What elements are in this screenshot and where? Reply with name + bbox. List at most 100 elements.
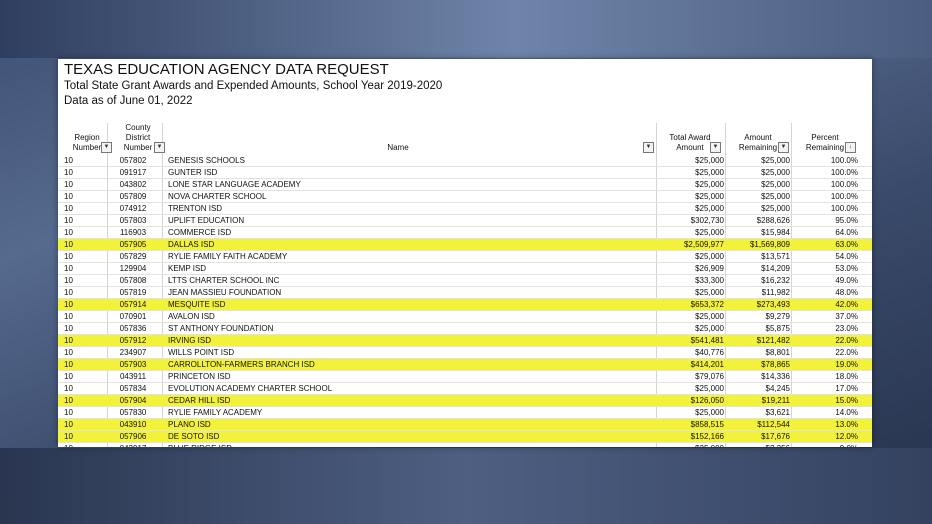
county-district-cell: 129904 bbox=[119, 264, 147, 273]
total-award-cell: $25,000 bbox=[695, 204, 724, 213]
table-row[interactable]: 10 043911 PRINCETON ISD $79,076 $14,336 18.0% bbox=[58, 371, 872, 383]
region-cell: 10 bbox=[64, 156, 73, 165]
region-cell: 10 bbox=[64, 396, 73, 405]
county-district-cell: 057914 bbox=[119, 300, 147, 309]
county-district-cell: 043802 bbox=[119, 180, 147, 189]
county-district-cell: 057836 bbox=[119, 324, 147, 333]
region-cell: 10 bbox=[64, 336, 73, 345]
table-row[interactable]: 10 057808 LTTS CHARTER SCHOOL INC $33,300 $1… bbox=[58, 275, 872, 287]
region-cell: 10 bbox=[64, 216, 73, 225]
name-cell: DE SOTO ISD bbox=[168, 432, 220, 441]
percent-remaining-cell: 9.0% bbox=[840, 443, 858, 447]
table-row[interactable]: 10 070901 AVALON ISD $25,000 $9,279 37.0% bbox=[58, 311, 872, 323]
amount-remaining-cell: $11,982 bbox=[761, 288, 790, 297]
table-row[interactable]: 10 057904 CEDAR HILL ISD $126,050 $19,211 15.… bbox=[58, 395, 872, 407]
total-award-cell: $25,000 bbox=[695, 324, 724, 333]
award-filter-button[interactable]: ▼ bbox=[710, 142, 721, 153]
total-award-cell: $25,000 bbox=[695, 252, 724, 261]
county-district-cell: 057904 bbox=[119, 396, 147, 405]
table-row[interactable]: 10 057803 UPLIFT EDUCATION $302,730 $288,626… bbox=[58, 215, 872, 227]
percent-remaining-cell: 13.0% bbox=[835, 420, 858, 429]
table-row[interactable]: 10 057905 DALLAS ISD $2,509,977 $1,569,809 63… bbox=[58, 239, 872, 251]
table-row[interactable]: 10 057906 DE SOTO ISD $152,166 $17,676 12.0% bbox=[58, 431, 872, 443]
total-award-cell: $414,201 bbox=[690, 360, 724, 369]
table-row[interactable]: 10 043910 PLANO ISD $858,515 $112,544 13.0% bbox=[58, 419, 872, 431]
amount-remaining-cell: $78,865 bbox=[761, 360, 790, 369]
table-row[interactable]: 10 091917 GUNTER ISD $25,000 $25,000 100.0% bbox=[58, 167, 872, 179]
amount-remaining-cell: $25,000 bbox=[761, 192, 790, 201]
name-cell: PLANO ISD bbox=[168, 420, 211, 429]
name-cell: CEDAR HILL ISD bbox=[168, 396, 231, 405]
county-district-cell: 074912 bbox=[119, 204, 147, 213]
name-cell: IRVING ISD bbox=[168, 336, 211, 345]
table-row[interactable]: 10 057914 MESQUITE ISD $653,372 $273,493 42.0… bbox=[58, 299, 872, 311]
region-filter-button[interactable]: ▼ bbox=[101, 142, 112, 153]
table-row[interactable]: 10 057829 RYLIE FAMILY FAITH ACADEMY $25,00… bbox=[58, 251, 872, 263]
percent-remaining-cell: 100.0% bbox=[830, 156, 858, 165]
table-row[interactable]: 10 057830 RYLIE FAMILY ACADEMY $25,000 $3,62… bbox=[58, 407, 872, 419]
percent-remaining-cell: 15.0% bbox=[835, 396, 858, 405]
amount-remaining-cell: $15,984 bbox=[761, 228, 790, 237]
table-row[interactable]: 10 057809 NOVA CHARTER SCHOOL $25,000 $25,00… bbox=[58, 191, 872, 203]
amount-remaining-cell: $25,000 bbox=[761, 204, 790, 213]
name-cell: WILLS POINT ISD bbox=[168, 348, 235, 357]
county-district-cell: 043917 bbox=[114, 443, 152, 447]
region-cell: 10 bbox=[64, 276, 73, 285]
amount-remaining-cell: $13,571 bbox=[761, 252, 790, 261]
amount-remaining-cell: $25,000 bbox=[761, 168, 790, 177]
percent-remaining-cell: 42.0% bbox=[835, 300, 858, 309]
background-top-band bbox=[0, 0, 932, 58]
total-award-cell: $541,481 bbox=[690, 336, 724, 345]
percent-remaining-cell: 95.0% bbox=[835, 216, 858, 225]
total-award-cell: $79,076 bbox=[695, 372, 724, 381]
county-district-cell: 057819 bbox=[119, 288, 147, 297]
table-row[interactable]: 10 057819 JEAN MASSIEU FOUNDATION $25,000 $1… bbox=[58, 287, 872, 299]
amount-remaining-cell: $25,000 bbox=[761, 156, 790, 165]
percent-sort-button[interactable]: ↓ bbox=[845, 142, 856, 153]
name-cell: KEMP ISD bbox=[168, 264, 207, 273]
table-row[interactable]: 10 057912 IRVING ISD $541,481 $121,482 22.0% bbox=[58, 335, 872, 347]
table-row[interactable]: 10 129904 KEMP ISD $26,909 $14,209 53.0% bbox=[58, 263, 872, 275]
name-cell: MESQUITE ISD bbox=[168, 300, 226, 309]
amount-remaining-cell: $14,336 bbox=[761, 372, 790, 381]
total-award-cell: $25,000 bbox=[695, 228, 724, 237]
table-row[interactable]: 10 057903 CARROLLTON-FARMERS BRANCH ISD $41… bbox=[58, 359, 872, 371]
total-award-cell: $25,000 bbox=[695, 168, 724, 177]
name-cell: UPLIFT EDUCATION bbox=[168, 216, 245, 225]
name-cell: GUNTER ISD bbox=[168, 168, 218, 177]
name-cell: EVOLUTION ACADEMY CHARTER SCHOOL bbox=[168, 384, 333, 393]
total-award-cell: $858,515 bbox=[690, 420, 724, 429]
percent-remaining-cell: 100.0% bbox=[830, 168, 858, 177]
amount-remaining-cell: $14,209 bbox=[761, 264, 790, 273]
county-filter-button[interactable]: ▼ bbox=[154, 142, 165, 153]
percent-remaining-cell: 100.0% bbox=[830, 180, 858, 189]
table-row[interactable]: 10 057836 ST ANTHONY FOUNDATION $25,000 $5,8… bbox=[58, 323, 872, 335]
table-row[interactable]: 10 043802 LONE STAR LANGUAGE ACADEMY $25,00… bbox=[58, 179, 872, 191]
percent-remaining-cell: 53.0% bbox=[835, 264, 858, 273]
table-row[interactable]: 10 043917 BLUE RIDGE ISD $25,000 $2,356 9.0% bbox=[58, 443, 872, 447]
percent-remaining-cell: 19.0% bbox=[835, 360, 858, 369]
total-award-cell: $653,372 bbox=[690, 300, 724, 309]
percent-remaining-cell: 100.0% bbox=[830, 204, 858, 213]
remaining-filter-button[interactable]: ▼ bbox=[778, 142, 789, 153]
total-award-cell: $26,909 bbox=[695, 264, 724, 273]
table-row[interactable]: 10 074912 TRENTON ISD $25,000 $25,000 100.0% bbox=[58, 203, 872, 215]
percent-remaining-cell: 63.0% bbox=[835, 240, 858, 249]
county-header-line2: District bbox=[125, 133, 151, 142]
table-row[interactable]: 10 234907 WILLS POINT ISD $40,776 $8,801 22.0… bbox=[58, 347, 872, 359]
name-cell: RYLIE FAMILY ACADEMY bbox=[168, 408, 263, 417]
name-filter-button[interactable]: ▼ bbox=[643, 142, 654, 153]
amount-remaining-cell: $3,621 bbox=[765, 408, 790, 417]
amount-remaining-cell: $121,482 bbox=[756, 336, 790, 345]
name-cell: AVALON ISD bbox=[168, 312, 215, 321]
name-cell: PRINCETON ISD bbox=[168, 372, 231, 381]
table-row[interactable]: 10 057802 GENESIS SCHOOLS $25,000 $25,000 100… bbox=[58, 155, 872, 167]
county-header: County District Number bbox=[118, 123, 158, 153]
county-district-cell: 070901 bbox=[119, 312, 147, 321]
region-cell: 10 bbox=[64, 180, 73, 189]
county-district-cell: 057803 bbox=[119, 216, 147, 225]
region-cell: 10 bbox=[64, 264, 73, 273]
table-row[interactable]: 10 116903 COMMERCE ISD $25,000 $15,984 64.0% bbox=[58, 227, 872, 239]
table-body: 10 057802 GENESIS SCHOOLS $25,000 $25,000 100… bbox=[58, 155, 872, 447]
table-row[interactable]: 10 057834 EVOLUTION ACADEMY CHARTER SCHOOL… bbox=[58, 383, 872, 395]
